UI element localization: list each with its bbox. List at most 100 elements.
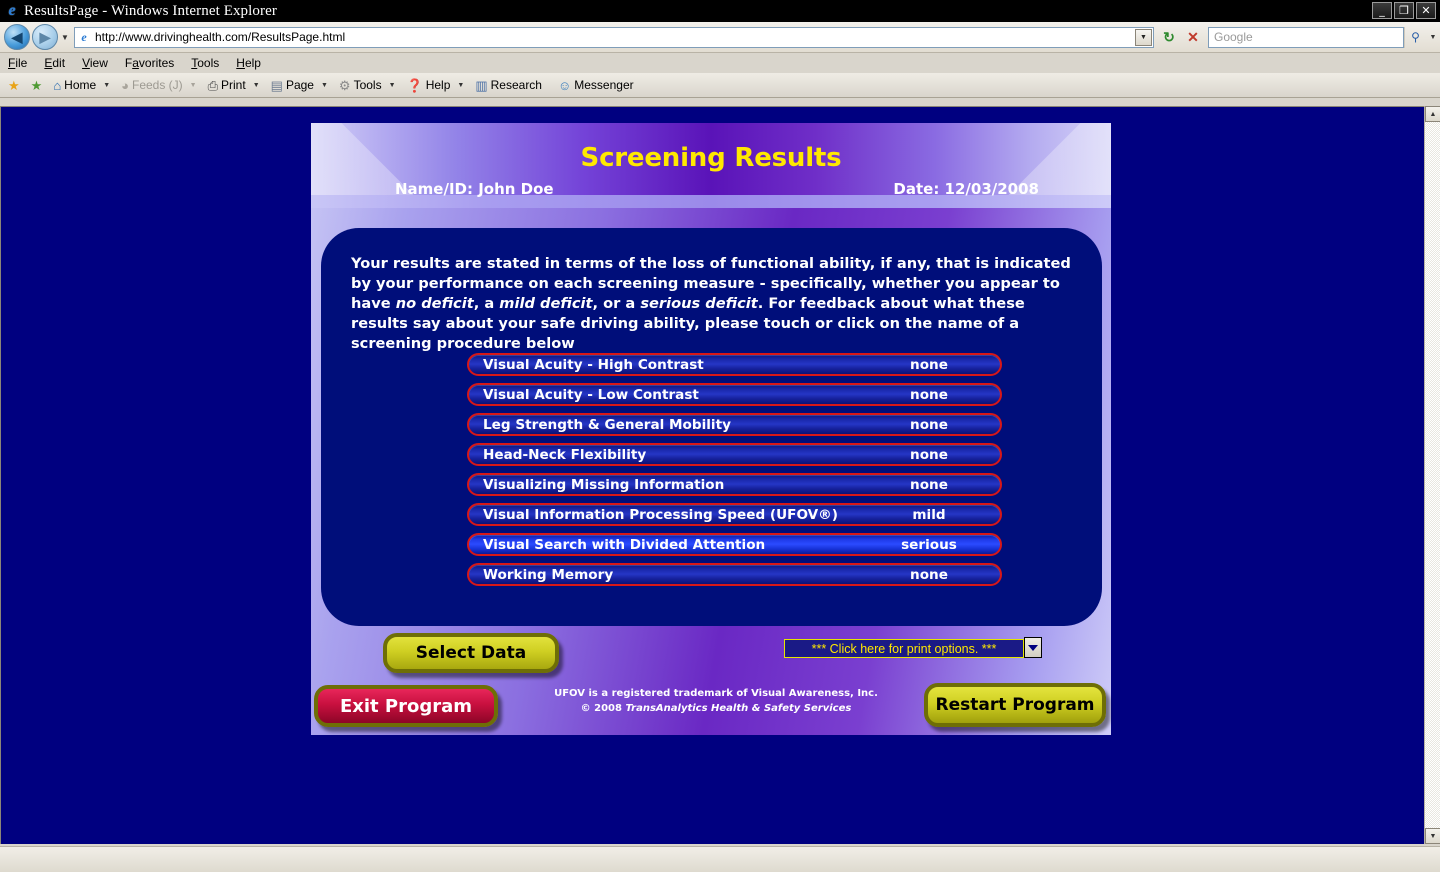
page-viewport: Screening Results Name/ID: John Doe Date… bbox=[0, 106, 1424, 844]
menu-key: V bbox=[82, 56, 90, 70]
menu-item-help[interactable]: Help bbox=[236, 56, 261, 70]
result-value: none bbox=[910, 446, 948, 463]
menu-item-favorites[interactable]: Favorites bbox=[125, 56, 174, 70]
table-row[interactable]: Visual Acuity - High Contrast none bbox=[467, 353, 1002, 376]
page-title: Screening Results bbox=[580, 143, 842, 173]
result-label: Visual Information Processing Speed (UFO… bbox=[483, 506, 838, 523]
search-icon[interactable]: ⚲ bbox=[1404, 26, 1426, 48]
url-input[interactable]: e http://www.drivinghealth.com/ResultsPa… bbox=[74, 26, 1154, 48]
result-label: Working Memory bbox=[483, 566, 614, 583]
refresh-icon[interactable]: ↻ bbox=[1158, 26, 1180, 48]
window-controls: _ ❐ ✕ bbox=[1372, 2, 1436, 19]
help-label: Help bbox=[425, 78, 451, 92]
menu-post: iew bbox=[89, 56, 108, 70]
home-button[interactable]: ⌂ Home bbox=[49, 74, 100, 96]
menu-item-file[interactable]: File bbox=[8, 56, 27, 70]
menu-item-tools[interactable]: Tools bbox=[191, 56, 219, 70]
result-value: none bbox=[910, 356, 948, 373]
stop-icon[interactable]: ✕ bbox=[1182, 26, 1204, 48]
result-label: Visualizing Missing Information bbox=[483, 476, 725, 493]
screening-results-page: Screening Results Name/ID: John Doe Date… bbox=[311, 123, 1111, 735]
table-row[interactable]: Working Memory none bbox=[467, 563, 1002, 586]
result-value: none bbox=[910, 386, 948, 403]
history-dropdown-icon[interactable]: ▼ bbox=[58, 33, 72, 42]
search-provider-caret-icon[interactable]: ▼ bbox=[1426, 27, 1440, 48]
address-bar: ◀ ▶ ▼ e http://www.drivinghealth.com/Res… bbox=[0, 22, 1440, 53]
result-value: serious bbox=[901, 536, 957, 553]
research-label: Research bbox=[490, 78, 542, 92]
company-name: TransAnalytics Health & Safety Services bbox=[625, 703, 852, 714]
footer-notes: UFOV is a registered trademark of Visual… bbox=[501, 686, 931, 716]
menu-item-view[interactable]: View bbox=[82, 56, 108, 70]
help-icon: ❓ bbox=[406, 77, 423, 93]
tools-caret-icon[interactable]: ▼ bbox=[389, 82, 396, 89]
select-data-button[interactable]: Select Data bbox=[383, 633, 559, 673]
messenger-button[interactable]: ☺ Messenger bbox=[554, 74, 638, 96]
table-row[interactable]: Visual Search with Divided Attention ser… bbox=[467, 533, 1002, 556]
page-label: Page bbox=[285, 78, 314, 92]
vertical-scrollbar[interactable]: ▲ ▼ bbox=[1424, 106, 1440, 844]
close-button[interactable]: ✕ bbox=[1416, 2, 1436, 19]
messenger-icon: ☺ bbox=[557, 77, 572, 93]
restart-program-button[interactable]: Restart Program bbox=[924, 683, 1106, 727]
home-icon: ⌂ bbox=[53, 77, 62, 93]
help-caret-icon[interactable]: ▼ bbox=[457, 82, 464, 89]
scroll-down-button[interactable]: ▼ bbox=[1425, 828, 1440, 844]
result-label: Visual Acuity - Low Contrast bbox=[483, 386, 699, 403]
forward-button[interactable]: ▶ bbox=[32, 24, 58, 50]
help-button[interactable]: ❓ Help bbox=[403, 74, 455, 96]
table-row[interactable]: Head-Neck Flexibility none bbox=[467, 443, 1002, 466]
url-text: http://www.drivinghealth.com/ResultsPage… bbox=[95, 30, 346, 44]
maximize-button[interactable]: ❐ bbox=[1394, 2, 1414, 19]
research-button[interactable]: ▥ Research bbox=[471, 74, 546, 96]
menu-post: vorites bbox=[138, 56, 175, 70]
tools-gear-icon: ⚙ bbox=[338, 77, 351, 93]
exit-program-button[interactable]: Exit Program bbox=[314, 685, 498, 727]
table-row[interactable]: Visual Acuity - Low Contrast none bbox=[467, 383, 1002, 406]
menu-key: a bbox=[132, 56, 139, 70]
table-row[interactable]: Leg Strength & General Mobility none bbox=[467, 413, 1002, 436]
menu-post: dit bbox=[52, 56, 66, 70]
home-caret-icon[interactable]: ▼ bbox=[103, 82, 110, 89]
table-row[interactable]: Visual Information Processing Speed (UFO… bbox=[467, 503, 1002, 526]
back-button[interactable]: ◀ bbox=[4, 24, 30, 50]
table-row[interactable]: Visualizing Missing Information none bbox=[467, 473, 1002, 496]
page-favicon-icon: e bbox=[81, 30, 87, 44]
menu-key: H bbox=[236, 56, 245, 70]
tools-button[interactable]: ⚙ Tools bbox=[335, 74, 386, 96]
status-bar bbox=[0, 846, 1440, 872]
print-icon: ⎙ bbox=[207, 77, 219, 93]
print-caret-icon[interactable]: ▼ bbox=[253, 82, 260, 89]
copyright-note: © 2008 TransAnalytics Health & Safety Se… bbox=[501, 701, 931, 716]
results-panel: Your results are stated in terms of the … bbox=[321, 228, 1102, 626]
feeds-caret-icon: ▼ bbox=[189, 81, 197, 89]
result-value: mild bbox=[912, 506, 946, 523]
result-value: none bbox=[910, 566, 948, 583]
page-button[interactable]: ▤ Page bbox=[267, 74, 318, 96]
menu-post: ile bbox=[15, 56, 28, 70]
menu-post: ools bbox=[197, 56, 220, 70]
home-label: Home bbox=[64, 78, 97, 92]
url-dropdown-icon[interactable]: ▼ bbox=[1135, 28, 1152, 46]
favorites-center-button[interactable]: ★ bbox=[4, 74, 27, 96]
page-icon: ▤ bbox=[270, 77, 283, 93]
window-title: ResultsPage - Windows Internet Explorer bbox=[24, 2, 277, 19]
page-caret-icon[interactable]: ▼ bbox=[321, 82, 328, 89]
print-options-select[interactable]: *** Click here for print options. *** bbox=[784, 639, 1024, 658]
result-value: none bbox=[910, 476, 948, 493]
results-list: Visual Acuity - High Contrast none Visua… bbox=[467, 353, 1002, 593]
search-placeholder-text: Google bbox=[1214, 30, 1253, 44]
page-header: Screening Results Name/ID: John Doe Date… bbox=[311, 123, 1111, 208]
print-options-dropdown-button[interactable] bbox=[1024, 637, 1042, 658]
scrollbar-track[interactable] bbox=[1425, 122, 1440, 828]
scroll-up-button[interactable]: ▲ bbox=[1425, 106, 1440, 122]
print-button[interactable]: ⎙ Print bbox=[204, 74, 250, 96]
trademark-note: UFOV is a registered trademark of Visual… bbox=[554, 688, 878, 699]
search-input[interactable]: Google bbox=[1208, 26, 1404, 48]
minimize-button[interactable]: _ bbox=[1372, 2, 1392, 19]
feeds-label: Feeds (J) bbox=[131, 78, 183, 92]
intro-paragraph: Your results are stated in terms of the … bbox=[351, 255, 1071, 352]
feeds-button[interactable]: ◕ Feeds (J) bbox=[117, 74, 187, 96]
add-favorite-button[interactable]: ★ bbox=[27, 74, 50, 96]
menu-item-edit[interactable]: Edit bbox=[44, 56, 65, 70]
